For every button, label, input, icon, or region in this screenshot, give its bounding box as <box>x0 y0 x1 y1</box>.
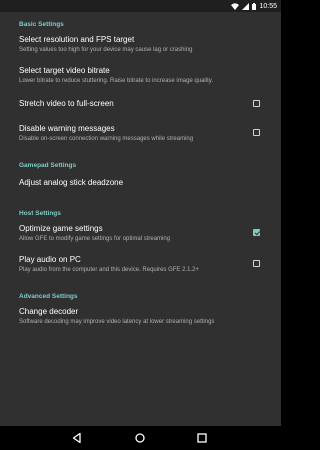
pref-summary: Disable on-screen connection warning mes… <box>19 136 194 142</box>
stretch-video-checkbox[interactable] <box>253 100 260 107</box>
section-header-gamepad: Gamepad Settings <box>19 162 77 169</box>
pref-summary: Setting values too high for your device … <box>19 47 193 53</box>
pref-analog-deadzone[interactable]: Adjust analog stick deadzone <box>0 176 281 203</box>
pref-play-audio-pc[interactable]: Play audio on PC Play audio from the com… <box>0 255 281 286</box>
pref-disable-warnings[interactable]: Disable warning messages Disable on-scre… <box>0 124 281 155</box>
home-icon[interactable] <box>134 432 146 444</box>
pref-summary: Software decoding may improve video late… <box>19 319 215 325</box>
pref-summary: Lower bitrate to reduce stuttering. Rais… <box>19 78 213 84</box>
disable-warnings-checkbox[interactable] <box>253 129 260 136</box>
pref-video-bitrate[interactable]: Select target video bitrate Lower bitrat… <box>0 66 281 96</box>
pref-summary: Allow GFE to modify game settings for op… <box>19 236 171 242</box>
wifi-icon <box>231 2 240 10</box>
pref-resolution-fps[interactable]: Select resolution and FPS target Setting… <box>0 35 281 66</box>
pref-title: Select target video bitrate <box>19 66 110 75</box>
back-icon[interactable] <box>71 432 83 444</box>
section-header-host: Host Settings <box>19 210 61 217</box>
section-header-basic: Basic Settings <box>19 21 64 28</box>
pref-title: Stretch video to full-screen <box>19 99 114 108</box>
status-time: 10:55 <box>259 2 277 10</box>
pref-summary: Play audio from the computer and this de… <box>19 267 199 273</box>
optimize-game-settings-checkbox[interactable] <box>253 229 260 236</box>
signal-icon <box>242 2 250 10</box>
pref-optimize-game-settings[interactable]: Optimize game settings Allow GFE to modi… <box>0 224 281 255</box>
pref-stretch-video[interactable]: Stretch video to full-screen <box>0 96 281 124</box>
pref-title: Disable warning messages <box>19 124 115 133</box>
pref-title: Adjust analog stick deadzone <box>19 178 124 187</box>
pref-change-decoder[interactable]: Change decoder Software decoding may imp… <box>0 307 281 337</box>
settings-list: Basic Settings Select resolution and FPS… <box>0 12 281 337</box>
recents-icon[interactable] <box>196 432 208 444</box>
settings-screen: Basic Settings Select resolution and FPS… <box>0 12 281 426</box>
pref-title: Play audio on PC <box>19 255 81 264</box>
section-header-advanced: Advanced Settings <box>19 293 78 300</box>
navigation-bar <box>0 426 281 450</box>
pref-title: Change decoder <box>19 307 79 316</box>
status-bar: 10:55 <box>0 0 281 12</box>
pref-title: Select resolution and FPS target <box>19 35 135 44</box>
battery-icon <box>252 2 257 10</box>
play-audio-pc-checkbox[interactable] <box>253 260 260 267</box>
pref-title: Optimize game settings <box>19 224 103 233</box>
